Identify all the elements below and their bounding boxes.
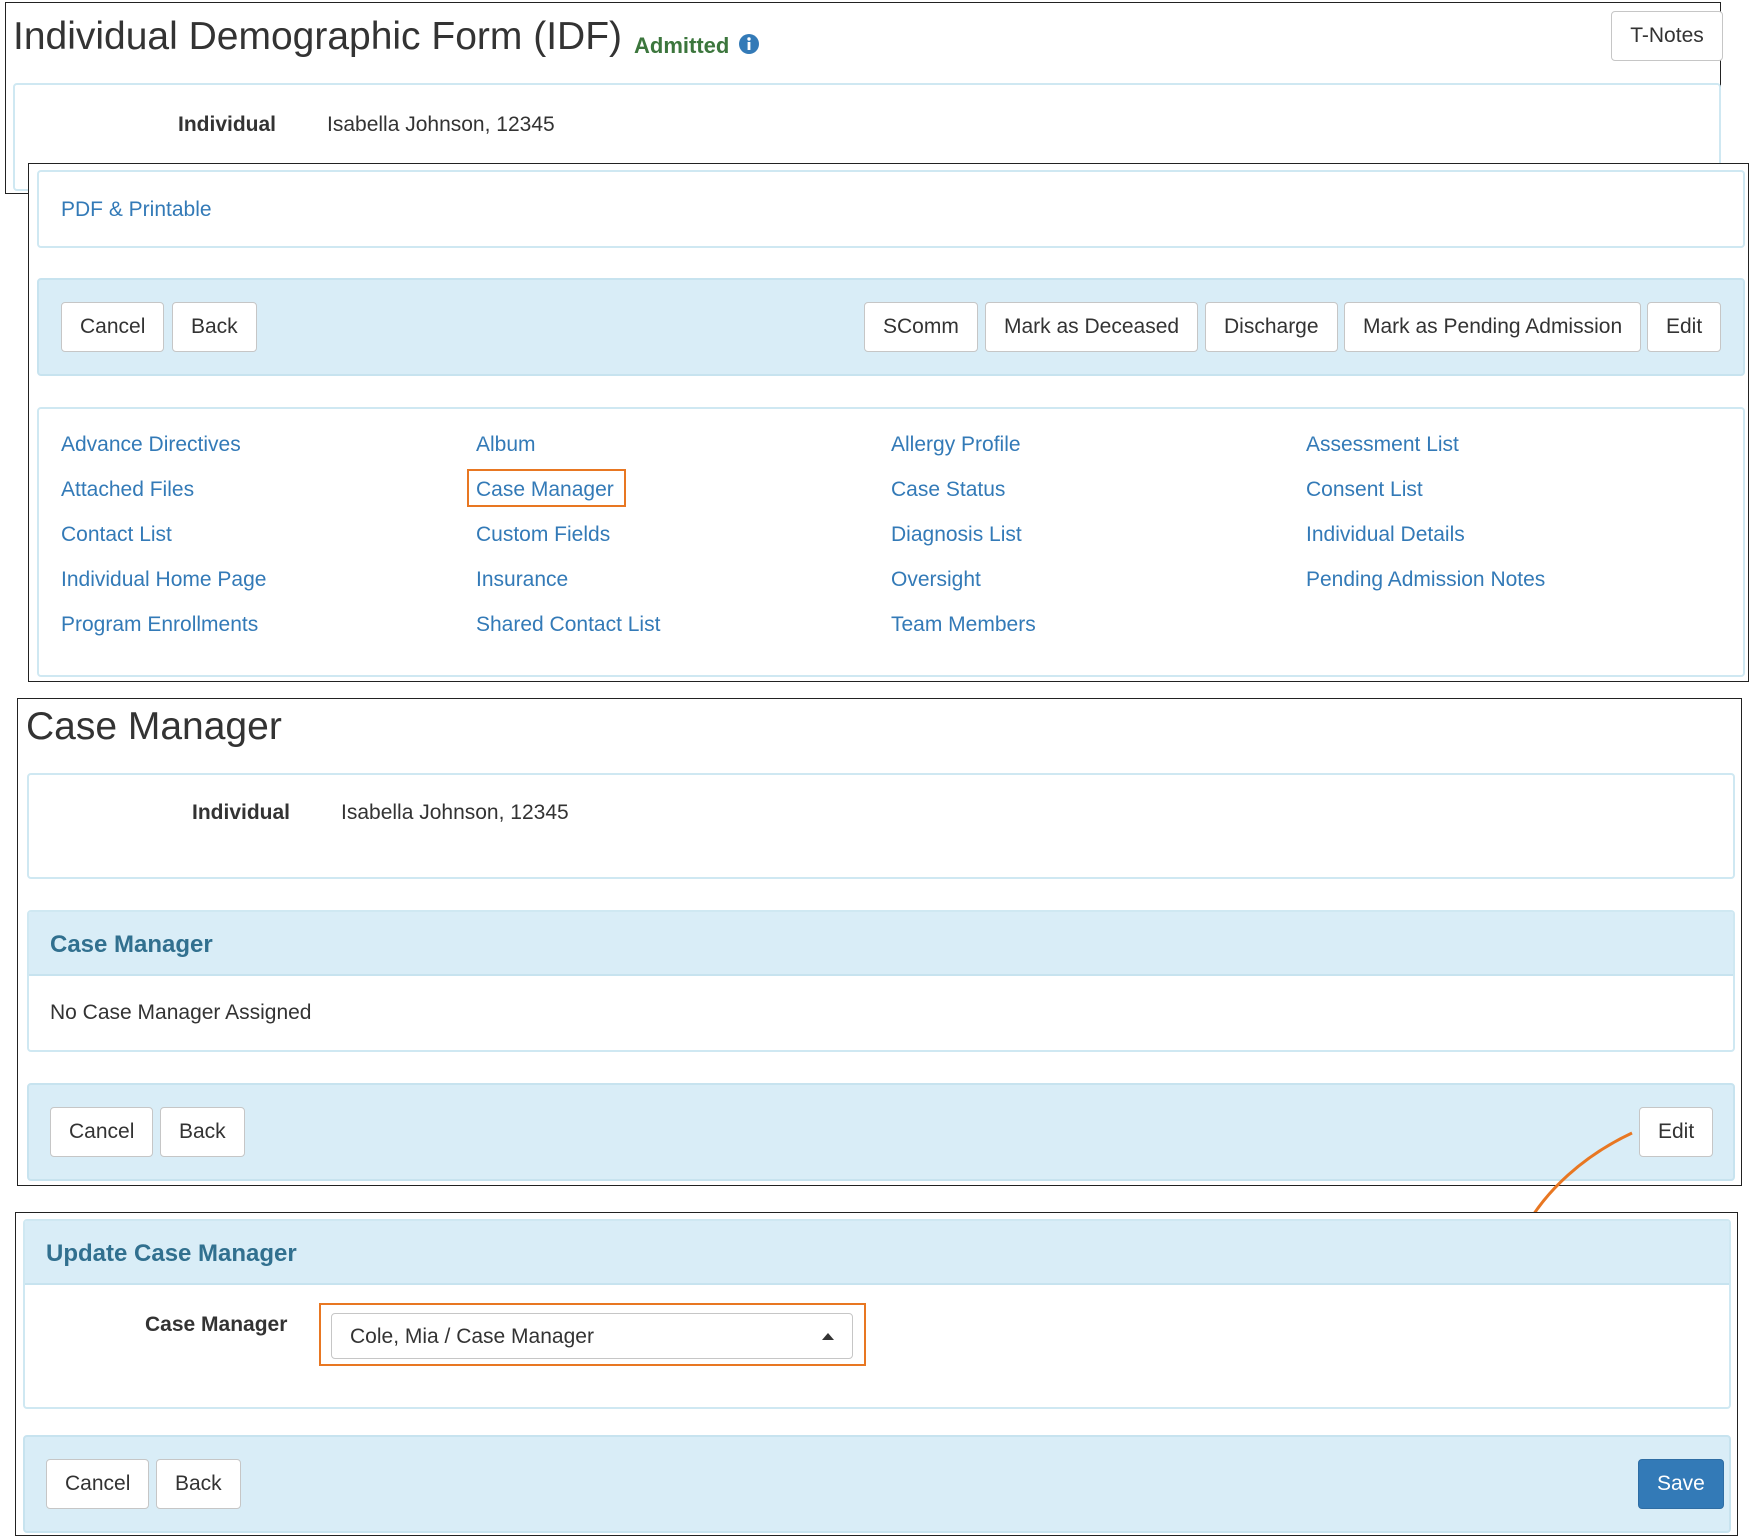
cm-individual-panel: Individual Isabella Johnson, 12345 (27, 773, 1735, 879)
case-manager-frame: Case Manager Individual Isabella Johnson… (17, 698, 1742, 1186)
idf-body-frame: PDF & Printable Cancel Back SComm Mark a… (28, 163, 1749, 682)
link-insurance[interactable]: Insurance (476, 568, 568, 592)
t-notes-button[interactable]: T-Notes (1611, 11, 1723, 61)
update-form-panel: Update Case Manager Case Manager Cole, M… (23, 1219, 1731, 1409)
case-manager-highlight (467, 469, 626, 507)
cm-individual-value: Isabella Johnson, 12345 (341, 801, 569, 824)
individual-label: Individual (178, 113, 277, 136)
update-action-bar: Cancel Back Save (23, 1435, 1731, 1533)
link-oversight[interactable]: Oversight (891, 568, 981, 592)
link-contact-list[interactable]: Contact List (61, 523, 172, 547)
link-album[interactable]: Album (476, 433, 536, 457)
link-diagnosis-list[interactable]: Diagnosis List (891, 523, 1022, 547)
link-shared-contact-list[interactable]: Shared Contact List (476, 613, 660, 637)
info-circle-icon[interactable] (738, 33, 760, 55)
scomm-button[interactable]: SComm (864, 302, 978, 352)
cm-section-title: Case Manager (50, 931, 213, 958)
link-attached-files[interactable]: Attached Files (61, 478, 194, 502)
cm-section-header: Case Manager (29, 912, 1733, 976)
edit-button[interactable]: Edit (1647, 302, 1722, 352)
pdf-panel: PDF & Printable (37, 170, 1745, 248)
cm-cancel-button[interactable]: Cancel (50, 1107, 154, 1157)
case-manager-select[interactable]: Cole, Mia / Case Manager (331, 1313, 853, 1359)
save-button[interactable]: Save (1638, 1459, 1724, 1509)
link-assessment-list[interactable]: Assessment List (1306, 433, 1459, 457)
update-back-button[interactable]: Back (156, 1459, 241, 1509)
update-form-header: Update Case Manager (25, 1221, 1729, 1285)
cm-individual-label: Individual (192, 801, 291, 824)
case-manager-select-value: Cole, Mia / Case Manager (350, 1325, 594, 1348)
link-consent-list[interactable]: Consent List (1306, 478, 1423, 502)
cm-section-body: No Case Manager Assigned (50, 1001, 312, 1024)
link-pending-admission-notes[interactable]: Pending Admission Notes (1306, 568, 1545, 592)
cm-section-panel: Case Manager No Case Manager Assigned (27, 910, 1735, 1052)
update-case-manager-frame: Update Case Manager Case Manager Cole, M… (15, 1212, 1738, 1536)
cm-edit-button[interactable]: Edit (1639, 1107, 1714, 1157)
idf-action-bar: Cancel Back SComm Mark as Deceased Disch… (37, 278, 1745, 376)
link-case-status[interactable]: Case Status (891, 478, 1005, 502)
link-program-enrollments[interactable]: Program Enrollments (61, 613, 258, 637)
back-button[interactable]: Back (172, 302, 257, 352)
idf-title: Individual Demographic Form (IDF) (13, 15, 623, 58)
idf-links-panel: Advance Directives Album Allergy Profile… (37, 407, 1745, 677)
link-custom-fields[interactable]: Custom Fields (476, 523, 610, 547)
update-form-title: Update Case Manager (46, 1240, 297, 1267)
discharge-button[interactable]: Discharge (1205, 302, 1338, 352)
mark-pending-admission-button[interactable]: Mark as Pending Admission (1344, 302, 1642, 352)
cm-back-button[interactable]: Back (160, 1107, 245, 1157)
status-badge: Admitted (634, 33, 730, 58)
link-individual-home-page[interactable]: Individual Home Page (61, 568, 266, 592)
update-cancel-button[interactable]: Cancel (46, 1459, 150, 1509)
cancel-button[interactable]: Cancel (61, 302, 165, 352)
link-allergy-profile[interactable]: Allergy Profile (891, 433, 1021, 457)
caret-up-icon (822, 1333, 834, 1340)
link-advance-directives[interactable]: Advance Directives (61, 433, 241, 457)
pdf-printable-link[interactable]: PDF & Printable (61, 198, 212, 222)
link-individual-details[interactable]: Individual Details (1306, 523, 1465, 547)
link-team-members[interactable]: Team Members (891, 613, 1036, 637)
mark-deceased-button[interactable]: Mark as Deceased (985, 302, 1199, 352)
cm-action-bar: Cancel Back Edit (27, 1083, 1735, 1181)
individual-value: Isabella Johnson, 12345 (327, 113, 555, 136)
case-manager-page-title: Case Manager (26, 705, 282, 748)
case-manager-field-label: Case Manager (145, 1313, 288, 1336)
